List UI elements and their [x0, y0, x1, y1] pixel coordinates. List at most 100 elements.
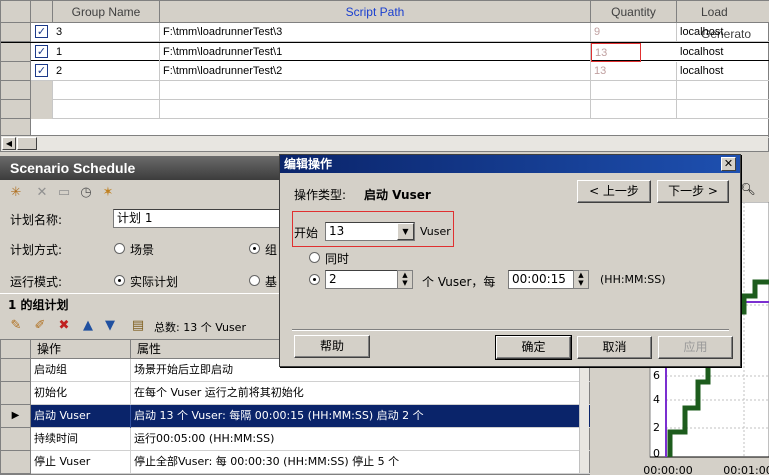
horizontal-scrollbar[interactable]: ◀: [1, 135, 768, 151]
quantity-cell[interactable]: 13: [591, 62, 677, 81]
quantity-cell[interactable]: 9: [591, 23, 677, 42]
load-generator-cell[interactable]: localhost: [677, 62, 769, 81]
table-row-selected[interactable]: ▶ 启动 Vuser 启动 13 个 Vuser: 每隔 00:00:15 (H…: [1, 405, 591, 428]
enable-checkbox[interactable]: ✓: [35, 45, 48, 58]
action-cell[interactable]: 启动组: [31, 359, 131, 382]
action-cell[interactable]: 启动 Vuser: [31, 405, 131, 428]
header-script-path[interactable]: Script Path: [160, 1, 591, 23]
delete-icon[interactable]: ✕: [34, 185, 50, 201]
simultaneous-label: 同时: [325, 252, 350, 266]
property-cell[interactable]: 启动 13 个 Vuser: 每隔 00:00:15 (HH:MM:SS) 启动…: [131, 405, 580, 428]
x-tick-label: 00:01:00: [723, 464, 769, 475]
run-mode-basic-radio[interactable]: [249, 275, 260, 286]
move-down-icon[interactable]: ▼: [102, 318, 118, 334]
cancel-button[interactable]: 取消: [577, 336, 652, 359]
prev-button[interactable]: < 上一步: [577, 180, 651, 203]
operation-type-label: 操作类型:: [294, 188, 347, 202]
group-name-cell[interactable]: 1: [53, 43, 160, 62]
quantity-cell[interactable]: 13: [591, 43, 641, 62]
interval-radio[interactable]: [309, 274, 320, 285]
operation-type-value: 启动 Vuser: [364, 188, 431, 202]
start-label: 开始: [294, 226, 319, 240]
delete-action-icon[interactable]: ✖: [56, 318, 72, 334]
total-vusers-label: 总数: 13 个 Vuser: [154, 321, 246, 334]
scroll-left-icon[interactable]: ◀: [2, 137, 16, 150]
group-row[interactable]: ✓ 2 F:\tmm\loadrunnerTest\2 13 localhost: [1, 62, 769, 81]
property-cell[interactable]: 运行00:05:00 (HH:MM:SS): [131, 428, 580, 451]
plan-mode-group-radio[interactable]: [249, 243, 260, 254]
close-icon[interactable]: ✕: [721, 157, 736, 171]
table-row[interactable]: 初始化 在每个 Vuser 运行之前将其初始化: [1, 382, 591, 405]
next-button[interactable]: 下一步 >: [657, 180, 729, 203]
script-path-cell[interactable]: F:\tmm\loadrunnerTest\3: [160, 23, 591, 42]
wizard-icon[interactable]: ✶: [100, 185, 116, 201]
row-header[interactable]: [1, 382, 31, 405]
ok-button[interactable]: 确定: [495, 335, 572, 360]
empty-cell: [160, 81, 591, 100]
empty-cell: [31, 100, 53, 119]
grid-check-header: [31, 1, 53, 23]
add-action-icon[interactable]: ✎: [8, 318, 24, 334]
group-row[interactable]: ✓ 1 F:\tmm\loadrunnerTest\1 13 localhost: [1, 42, 769, 62]
script-path-cell[interactable]: F:\tmm\loadrunnerTest\1: [160, 43, 591, 62]
row-header[interactable]: [1, 451, 31, 474]
action-cell[interactable]: 持续时间: [31, 428, 131, 451]
load-generator-cell[interactable]: localhost: [677, 43, 769, 62]
header-load-generator[interactable]: Load Generato: [677, 1, 769, 41]
group-name-cell[interactable]: 2: [53, 62, 160, 81]
run-mode-actual-radio[interactable]: [114, 275, 125, 286]
table-row[interactable]: 停止 Vuser 停止全部Vuser: 每 00:00:30 (HH:MM:SS…: [1, 451, 591, 474]
enable-checkbox[interactable]: ✓: [35, 25, 48, 38]
scroll-thumb[interactable]: [17, 137, 37, 150]
property-cell[interactable]: 在每个 Vuser 运行之前将其初始化: [131, 382, 580, 405]
table-corner: [1, 340, 31, 359]
rename-icon[interactable]: ▭: [56, 185, 72, 201]
action-cell[interactable]: 初始化: [31, 382, 131, 405]
current-row-indicator-icon[interactable]: ▶: [1, 405, 31, 428]
grid-corner: [1, 1, 31, 23]
apply-button[interactable]: 应用: [658, 336, 733, 359]
row-header: [1, 100, 31, 119]
schedule-clock-icon[interactable]: ◷: [78, 185, 94, 201]
row-header[interactable]: [1, 23, 31, 42]
empty-cell: [53, 100, 160, 119]
row-header[interactable]: [1, 62, 31, 81]
edit-action-icon[interactable]: ✐: [32, 318, 48, 334]
property-cell[interactable]: 停止全部Vuser: 每 00:00:30 (HH:MM:SS) 停止 5 个: [131, 451, 580, 474]
interval-format-label: (HH:MM:SS): [600, 273, 666, 286]
action-cell[interactable]: 停止 Vuser: [31, 451, 131, 474]
chevron-down-icon[interactable]: ▼: [397, 223, 414, 240]
empty-cell: [160, 100, 591, 119]
plan-name-select[interactable]: 计划 1: [113, 209, 283, 228]
load-generator-cell[interactable]: localhost: [677, 23, 769, 42]
vertical-scrollbar[interactable]: [579, 359, 589, 473]
every-count-input[interactable]: 2: [325, 270, 407, 289]
row-header[interactable]: [1, 359, 31, 382]
header-action: 操作: [31, 340, 131, 359]
empty-cell: [53, 81, 160, 100]
enable-checkbox[interactable]: ✓: [35, 64, 48, 77]
zoom-icon[interactable]: 🔍︎: [740, 182, 756, 198]
move-up-icon[interactable]: ▲: [80, 318, 96, 334]
help-button[interactable]: 帮助: [294, 335, 370, 358]
new-schedule-icon[interactable]: ✳: [8, 185, 24, 201]
script-path-cell[interactable]: F:\tmm\loadrunnerTest\2: [160, 62, 591, 81]
group-row[interactable]: ✓ 3 F:\tmm\loadrunnerTest\3 9 localhost: [1, 23, 769, 42]
interval-spinner[interactable]: ▲ ▼: [573, 270, 589, 289]
details-icon[interactable]: ▤: [130, 318, 146, 334]
run-mode-label: 运行模式:: [10, 275, 63, 289]
group-name-cell[interactable]: 3: [53, 23, 160, 42]
run-mode-actual-label: 实际计划: [130, 275, 179, 289]
plan-mode-scenario-radio[interactable]: [114, 243, 125, 254]
run-mode-basic-label: 基: [265, 275, 278, 289]
row-header[interactable]: [1, 43, 31, 62]
simultaneous-radio[interactable]: [309, 252, 320, 263]
table-row[interactable]: 持续时间 运行00:05:00 (HH:MM:SS): [1, 428, 591, 451]
interval-input[interactable]: 00:00:15: [508, 270, 582, 289]
header-group-name[interactable]: Group Name: [53, 1, 160, 23]
empty-cell: [591, 100, 677, 119]
every-count-spinner[interactable]: ▲ ▼: [397, 270, 413, 289]
row-header[interactable]: [1, 428, 31, 451]
header-quantity[interactable]: Quantity: [591, 1, 677, 23]
scenario-groups-grid: Group Name Script Path Quantity Load Gen…: [0, 0, 769, 152]
